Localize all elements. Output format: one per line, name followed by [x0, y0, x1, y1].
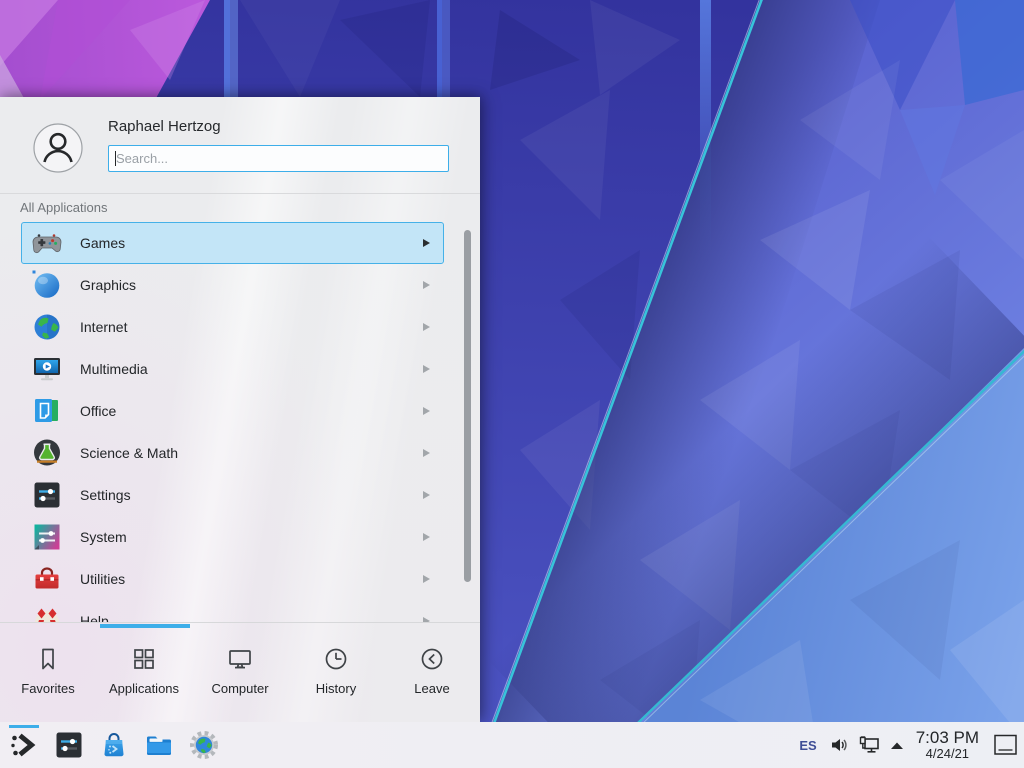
web-browser-icon[interactable] [188, 729, 220, 761]
system-tray: ES 7:03 PM 4/24/21 [799, 722, 1024, 768]
submenu-arrow-icon [423, 281, 430, 289]
tab-applications[interactable]: Applications [96, 632, 192, 722]
show-desktop-button[interactable] [993, 733, 1019, 757]
network-icon[interactable] [859, 735, 881, 755]
tab-label: History [316, 681, 356, 696]
user-avatar[interactable] [33, 123, 83, 173]
utilities-icon [31, 563, 63, 595]
category-label: Settings [80, 487, 131, 503]
category-row-system[interactable]: System [21, 516, 444, 558]
category-label: Science & Math [80, 445, 178, 461]
internet-icon [31, 311, 63, 343]
tab-label: Favorites [21, 681, 74, 696]
submenu-arrow-icon [423, 575, 430, 583]
help-icon [31, 605, 63, 622]
keyboard-layout-indicator[interactable]: ES [799, 738, 816, 753]
category-label: Utilities [80, 571, 125, 587]
launcher-active-indicator [9, 725, 39, 728]
app-grid-icon [130, 645, 158, 673]
submenu-arrow-icon [423, 323, 430, 331]
category-row-games[interactable]: Games [21, 222, 444, 264]
tab-label: Applications [109, 681, 179, 696]
list-separator [0, 622, 480, 623]
section-label: All Applications [20, 200, 107, 215]
category-row-multimedia[interactable]: Multimedia [21, 348, 444, 390]
tab-history[interactable]: History [288, 632, 384, 722]
submenu-arrow-icon [423, 407, 430, 415]
digital-clock[interactable]: 7:03 PM 4/24/21 [916, 729, 979, 760]
category-label: Internet [80, 319, 127, 335]
system-icon [31, 521, 63, 553]
search-input[interactable] [108, 145, 449, 172]
category-label: System [80, 529, 127, 545]
taskbar-panel: ES 7:03 PM 4/24/21 [0, 722, 1024, 768]
submenu-arrow-icon [423, 239, 430, 247]
launcher-tabbar: Favorites Applications Computer [0, 632, 480, 722]
tab-label: Computer [211, 681, 268, 696]
category-label: Graphics [80, 277, 136, 293]
category-list: Games Graphics Internet [0, 222, 480, 622]
system-settings-icon[interactable] [53, 729, 85, 761]
category-row-graphics[interactable]: Graphics [21, 264, 444, 306]
category-row-office[interactable]: Office [21, 390, 444, 432]
submenu-arrow-icon [423, 491, 430, 499]
scrollbar-thumb[interactable] [464, 230, 471, 582]
category-row-settings[interactable]: Settings [21, 474, 444, 516]
category-row-help[interactable]: Help [21, 600, 444, 622]
user-name: Raphael Hertzog [108, 118, 221, 135]
computer-icon [226, 645, 254, 673]
clock-date: 4/24/21 [916, 747, 979, 761]
taskbar-app-icons [0, 729, 220, 761]
tab-leave[interactable]: Leave [384, 632, 480, 722]
category-row-utilities[interactable]: Utilities [21, 558, 444, 600]
office-icon [31, 395, 63, 427]
category-row-science-math[interactable]: Science & Math [21, 432, 444, 474]
category-row-internet[interactable]: Internet [21, 306, 444, 348]
leave-icon [418, 645, 446, 673]
application-launcher-popup: Raphael Hertzog All Applications Games [0, 97, 480, 722]
submenu-arrow-icon [423, 365, 430, 373]
submenu-arrow-icon [423, 533, 430, 541]
active-tab-indicator [100, 624, 190, 628]
launcher-header: Raphael Hertzog [0, 97, 480, 193]
discover-icon[interactable] [98, 729, 130, 761]
settings-icon [31, 479, 63, 511]
games-icon [31, 227, 63, 259]
category-label: Help [80, 613, 109, 622]
tab-computer[interactable]: Computer [192, 632, 288, 722]
multimedia-icon [31, 353, 63, 385]
text-caret [115, 151, 116, 166]
app-launcher-icon[interactable] [8, 729, 40, 761]
file-manager-icon[interactable] [143, 729, 175, 761]
graphics-icon [31, 269, 63, 301]
volume-icon[interactable] [829, 735, 849, 755]
category-label: Office [80, 403, 116, 419]
bookmark-icon [34, 645, 62, 673]
submenu-arrow-icon [423, 449, 430, 457]
category-label: Games [80, 235, 125, 251]
tab-label: Leave [414, 681, 449, 696]
tab-favorites[interactable]: Favorites [0, 632, 96, 722]
clock-time: 7:03 PM [916, 729, 979, 747]
history-clock-icon [322, 645, 350, 673]
header-separator [0, 193, 480, 194]
science-icon [31, 437, 63, 469]
expand-tray-arrow-icon[interactable] [890, 740, 904, 751]
category-label: Multimedia [80, 361, 148, 377]
